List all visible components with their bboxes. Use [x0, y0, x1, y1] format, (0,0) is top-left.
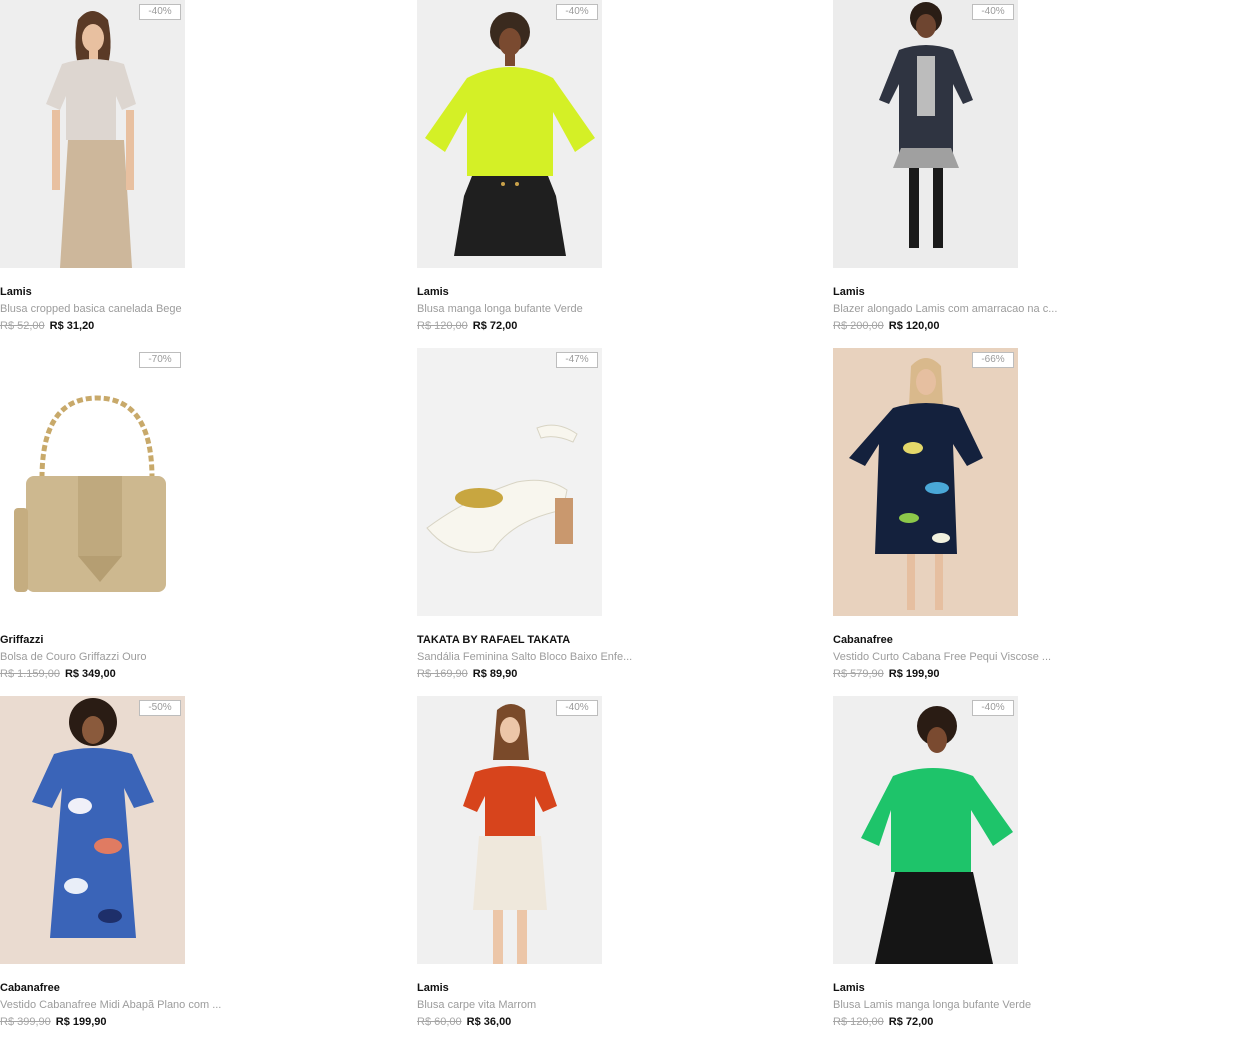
old-price: R$ 60,00	[417, 1016, 462, 1028]
product-image[interactable]: -66%	[833, 348, 1018, 616]
product-prices: R$ 60,00 R$ 36,00	[417, 1016, 511, 1028]
product-prices: R$ 120,00 R$ 72,00	[417, 320, 517, 332]
product-brand[interactable]: Lamis	[417, 286, 449, 298]
product-card[interactable]: -40% Lamis Blusa carpe vita Marrom R$ 60…	[417, 696, 717, 1036]
product-prices: R$ 200,00 R$ 120,00	[833, 320, 940, 332]
old-price: R$ 52,00	[0, 320, 45, 332]
product-image[interactable]: -50%	[0, 696, 185, 964]
current-price: R$ 72,00	[888, 1016, 934, 1028]
product-brand[interactable]: TAKATA BY RAFAEL TAKATA	[417, 634, 570, 646]
old-price: R$ 169,90	[417, 668, 468, 680]
product-name[interactable]: Bolsa de Couro Griffazzi Ouro	[0, 651, 147, 663]
product-card[interactable]: -70% Griffazzi Bolsa de Couro Griffazzi …	[0, 348, 300, 688]
product-image[interactable]: -70%	[0, 348, 185, 616]
current-price: R$ 89,90	[472, 668, 518, 680]
product-card[interactable]: -40% Lamis Blazer alongado Lamis com ama…	[833, 0, 1133, 340]
product-image[interactable]: -40%	[417, 0, 602, 268]
product-image[interactable]: -40%	[833, 0, 1018, 268]
product-brand[interactable]: Griffazzi	[0, 634, 43, 646]
product-card[interactable]: -40% Lamis Blusa cropped basica canelada…	[0, 0, 300, 340]
product-card[interactable]: -40% Lamis Blusa manga longa bufante Ver…	[417, 0, 717, 340]
old-price: R$ 1.159,00	[0, 668, 60, 680]
product-brand[interactable]: Cabanafree	[833, 634, 893, 646]
product-prices: R$ 399,90 R$ 199,90	[0, 1016, 107, 1028]
current-price: R$ 199,90	[888, 668, 940, 680]
product-grid: -40% Lamis Blusa cropped basica canelada…	[0, 0, 1250, 1043]
discount-badge: -50%	[139, 700, 181, 716]
current-price: R$ 120,00	[888, 320, 940, 332]
discount-badge: -40%	[139, 4, 181, 20]
product-name[interactable]: Blusa manga longa bufante Verde	[417, 303, 583, 315]
current-price: R$ 36,00	[466, 1016, 512, 1028]
product-name[interactable]: Blazer alongado Lamis com amarracao na c…	[833, 303, 1057, 315]
product-card[interactable]: -50% Cabanafree Vestido Cabanafree Midi …	[0, 696, 300, 1036]
old-price: R$ 579,90	[833, 668, 884, 680]
product-card[interactable]: -66% Cabanafree Vestido Curto Cabana Fre…	[833, 348, 1133, 688]
product-name[interactable]: Sandália Feminina Salto Bloco Baixo Enfe…	[417, 651, 632, 663]
product-name[interactable]: Blusa cropped basica canelada Bege	[0, 303, 182, 315]
product-name[interactable]: Blusa carpe vita Marrom	[417, 999, 536, 1011]
current-price: R$ 349,00	[64, 668, 116, 680]
current-price: R$ 72,00	[472, 320, 518, 332]
discount-badge: -66%	[972, 352, 1014, 368]
product-image[interactable]: -40%	[0, 0, 185, 268]
product-card[interactable]: -40% Lamis Blusa Lamis manga longa bufan…	[833, 696, 1133, 1036]
product-prices: R$ 52,00 R$ 31,20	[0, 320, 94, 332]
current-price: R$ 199,90	[55, 1016, 107, 1028]
product-name[interactable]: Blusa Lamis manga longa bufante Verde	[833, 999, 1031, 1011]
old-price: R$ 120,00	[417, 320, 468, 332]
product-prices: R$ 120,00 R$ 72,00	[833, 1016, 933, 1028]
product-brand[interactable]: Lamis	[0, 286, 32, 298]
product-card[interactable]: -47% TAKATA BY RAFAEL TAKATA Sandália Fe…	[417, 348, 717, 688]
old-price: R$ 399,90	[0, 1016, 51, 1028]
product-brand[interactable]: Lamis	[417, 982, 449, 994]
discount-badge: -40%	[972, 700, 1014, 716]
old-price: R$ 200,00	[833, 320, 884, 332]
product-brand[interactable]: Cabanafree	[0, 982, 60, 994]
product-prices: R$ 169,90 R$ 89,90	[417, 668, 517, 680]
product-prices: R$ 1.159,00 R$ 349,00	[0, 668, 116, 680]
discount-badge: -40%	[972, 4, 1014, 20]
discount-badge: -47%	[556, 352, 598, 368]
discount-badge: -70%	[139, 352, 181, 368]
product-name[interactable]: Vestido Cabanafree Midi Abapã Plano com …	[0, 999, 221, 1011]
product-brand[interactable]: Lamis	[833, 286, 865, 298]
product-image[interactable]: -40%	[833, 696, 1018, 964]
product-brand[interactable]: Lamis	[833, 982, 865, 994]
product-image[interactable]: -47%	[417, 348, 602, 616]
discount-badge: -40%	[556, 4, 598, 20]
discount-badge: -40%	[556, 700, 598, 716]
product-prices: R$ 579,90 R$ 199,90	[833, 668, 940, 680]
old-price: R$ 120,00	[833, 1016, 884, 1028]
current-price: R$ 31,20	[49, 320, 95, 332]
product-name[interactable]: Vestido Curto Cabana Free Pequi Viscose …	[833, 651, 1051, 663]
product-image[interactable]: -40%	[417, 696, 602, 964]
